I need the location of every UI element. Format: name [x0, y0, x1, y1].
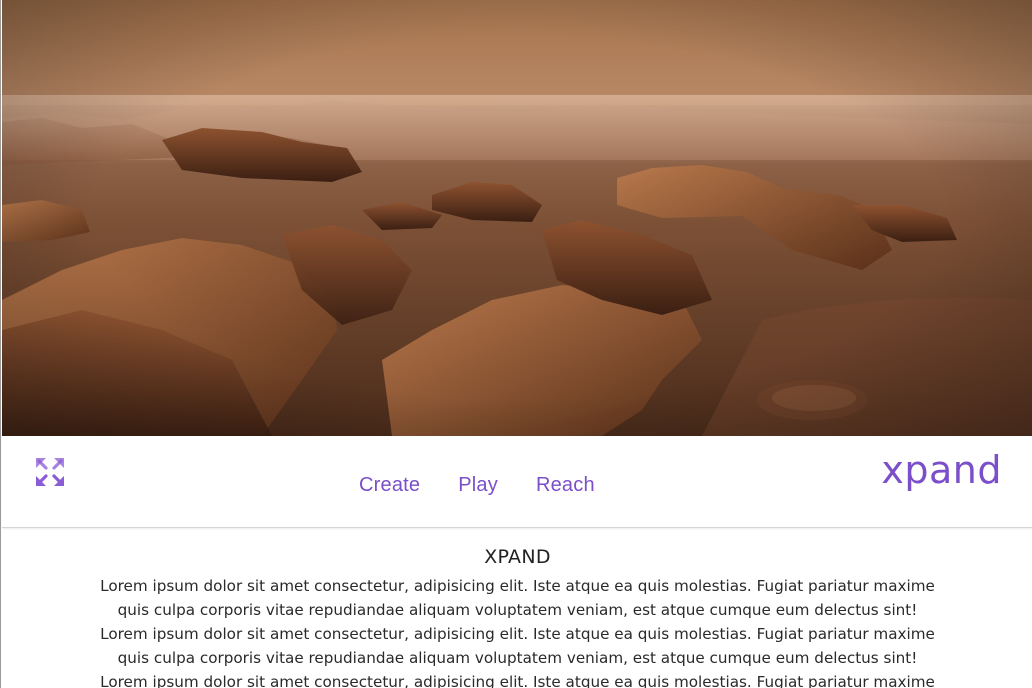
page-title: XPAND — [484, 546, 551, 568]
nav-link-play[interactable]: Play — [458, 474, 498, 497]
nav-links: Create Play Reach — [359, 474, 633, 497]
hero-image — [2, 0, 1032, 436]
expand-arrows-icon[interactable] — [33, 455, 67, 489]
nav-link-reach[interactable]: Reach — [536, 474, 595, 497]
nav-link-create[interactable]: Create — [359, 474, 420, 497]
main-content: XPAND Lorem ipsum dolor sit amet consect… — [2, 530, 1032, 688]
description-paragraph: Lorem ipsum dolor sit amet consectetur, … — [100, 577, 935, 688]
page: Create Play Reach xpand XPAND Lorem ipsu… — [0, 0, 1032, 688]
navbar: Create Play Reach xpand — [2, 436, 1032, 528]
brand-logo[interactable]: xpand — [881, 448, 1002, 492]
desert-landscape-photo — [2, 0, 1032, 436]
